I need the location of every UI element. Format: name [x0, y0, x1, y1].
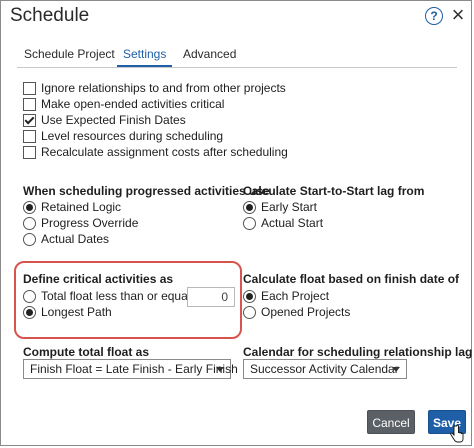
tab-settings[interactable]: Settings: [116, 46, 173, 68]
close-icon[interactable]: ×: [448, 4, 468, 26]
checkbox[interactable]: [23, 98, 36, 111]
title-bar: Schedule ? ×: [1, 1, 471, 33]
radio-label: Total float less than or equal to: [41, 289, 204, 303]
calendar-value: Successor Activity Calendar: [250, 362, 399, 376]
chevron-down-icon: [216, 367, 224, 372]
hand-cursor-icon: [450, 425, 464, 443]
calendar-heading: Calendar for scheduling relationship lag: [243, 345, 473, 359]
checkbox-label: Use Expected Finish Dates: [41, 113, 186, 127]
checkbox-label: Recalculate assignment costs after sched…: [41, 145, 288, 159]
radio[interactable]: [243, 306, 256, 319]
help-icon[interactable]: ?: [425, 7, 443, 25]
calendar-select[interactable]: Successor Activity Calendar: [243, 359, 407, 379]
start-to-start-heading: Calculate Start-to-Start lag from: [243, 184, 425, 198]
chevron-down-icon: [392, 367, 400, 372]
progressed-heading: When scheduling progressed activities us…: [23, 184, 270, 198]
schedule-dialog: Schedule ? × Schedule Project Settings A…: [0, 0, 472, 446]
total-float-value: Finish Float = Late Finish - Early Finis…: [30, 362, 238, 376]
checkbox-checked[interactable]: [23, 114, 36, 127]
checkbox-label: Ignore relationships to and from other p…: [41, 81, 286, 95]
checkbox[interactable]: [23, 146, 36, 159]
tab-advanced[interactable]: Advanced: [183, 46, 236, 68]
checkbox[interactable]: [23, 130, 36, 143]
float-threshold-input[interactable]: 0: [187, 287, 235, 307]
radio[interactable]: [23, 290, 36, 303]
radio-label: Early Start: [261, 200, 318, 214]
total-float-heading: Compute total float as: [23, 345, 150, 359]
tab-divider: [17, 67, 457, 68]
tab-schedule-project[interactable]: Schedule Project: [24, 46, 115, 68]
radio-label: Retained Logic: [41, 200, 122, 214]
critical-heading: Define critical activities as: [23, 272, 174, 286]
checkbox-label: Make open-ended activities critical: [41, 97, 225, 111]
radio-selected[interactable]: [243, 290, 256, 303]
total-float-select[interactable]: Finish Float = Late Finish - Early Finis…: [23, 359, 238, 379]
radio-label: Progress Override: [41, 216, 139, 230]
radio-label: Actual Dates: [41, 232, 110, 246]
float-basis-heading: Calculate float based on finish date of: [243, 272, 460, 286]
radio[interactable]: [243, 217, 256, 230]
radio-selected[interactable]: [23, 306, 36, 319]
radio-label: Each Project: [261, 289, 330, 303]
radio-selected[interactable]: [243, 201, 256, 214]
cancel-button[interactable]: Cancel: [367, 410, 415, 434]
radio-label: Actual Start: [261, 216, 324, 230]
checkbox-label: Level resources during scheduling: [41, 129, 224, 143]
radio[interactable]: [23, 217, 36, 230]
radio-label: Opened Projects: [261, 305, 351, 319]
radio-label: Longest Path: [41, 305, 112, 319]
dialog-title: Schedule: [10, 5, 90, 26]
checkbox[interactable]: [23, 82, 36, 95]
radio-selected[interactable]: [23, 201, 36, 214]
radio[interactable]: [23, 233, 36, 246]
